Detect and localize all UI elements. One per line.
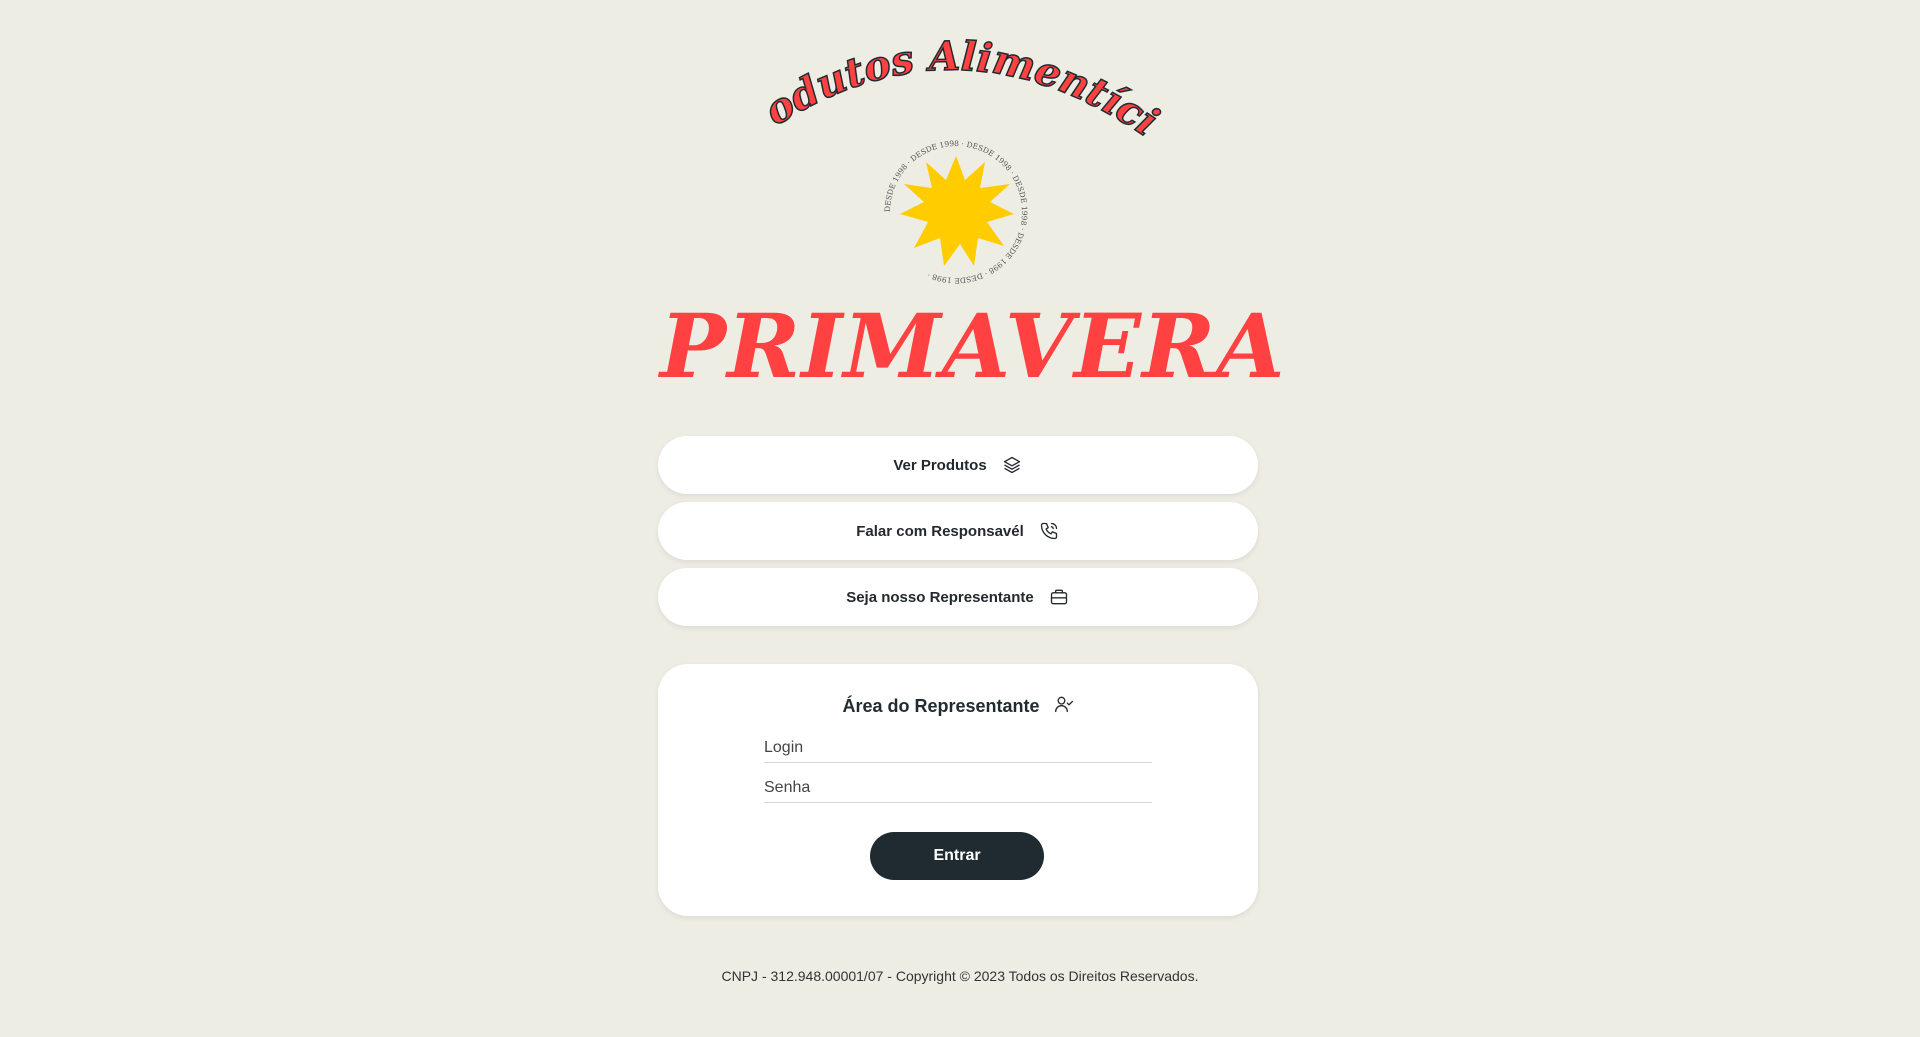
card-header: Área do Representante	[658, 694, 1258, 719]
phone-icon	[1038, 520, 1060, 542]
brand-logo: Produtos Alimentícios DESDE 1998 · DESDE…	[0, 0, 1920, 400]
sun-icon	[900, 156, 1014, 266]
layers-icon	[1001, 454, 1023, 476]
view-products-label: Ver Produtos	[893, 456, 987, 474]
contact-manager-label: Falar com Responsavél	[856, 522, 1024, 540]
contact-manager-button[interactable]: Falar com Responsavél	[658, 502, 1258, 560]
actions-list: Ver Produtos Falar com Responsavél Seja …	[658, 436, 1258, 634]
card-title: Área do Representante	[842, 696, 1040, 716]
login-submit-button[interactable]: Entrar	[870, 832, 1044, 880]
footer-text: CNPJ - 312.948.00001/07 - Copyright © 20…	[721, 968, 1199, 984]
become-representative-button[interactable]: Seja nosso Representante	[658, 568, 1258, 626]
user-check-icon	[1054, 694, 1074, 719]
brand-title: PRIMAVERA	[660, 294, 1286, 398]
login-input[interactable]	[764, 734, 1152, 763]
page: Produtos Alimentícios DESDE 1998 · DESDE…	[0, 0, 1920, 1037]
representative-login-card: Área do Representante Entrar	[658, 664, 1258, 916]
arc-text: Produtos Alimentícios	[0, 0, 1167, 146]
password-input[interactable]	[764, 774, 1152, 803]
become-representative-label: Seja nosso Representante	[846, 588, 1034, 606]
view-products-button[interactable]: Ver Produtos	[658, 436, 1258, 494]
arc-text-path: Produtos Alimentícios	[0, 0, 1168, 146]
briefcase-icon	[1048, 586, 1070, 608]
